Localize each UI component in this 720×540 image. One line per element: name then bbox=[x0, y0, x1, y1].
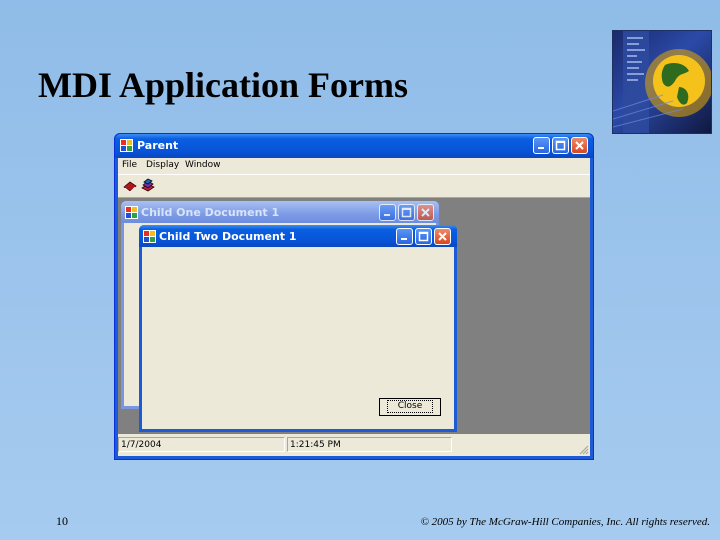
child-one-title: Child One Document 1 bbox=[141, 206, 280, 219]
mdi-client-area: Child One Document 1 Child Two Document … bbox=[118, 198, 590, 434]
stacked-books-icon[interactable] bbox=[140, 178, 156, 194]
maximize-button[interactable] bbox=[552, 137, 569, 154]
globe-logo-image bbox=[612, 30, 712, 134]
close-icon bbox=[421, 208, 430, 217]
child-one-close-button[interactable] bbox=[417, 204, 434, 221]
minimize-button[interactable] bbox=[533, 137, 550, 154]
child-two-client-area: Close bbox=[142, 247, 454, 429]
toolbar bbox=[118, 174, 590, 198]
child-one-titlebar[interactable]: Child One Document 1 bbox=[121, 201, 439, 223]
maximize-icon bbox=[401, 207, 412, 218]
slide-number: 10 bbox=[56, 514, 68, 528]
close-button-label: Close bbox=[386, 400, 434, 413]
child-two-title: Child Two Document 1 bbox=[159, 230, 297, 243]
close-window-button[interactable] bbox=[571, 137, 588, 154]
close-icon bbox=[438, 232, 447, 241]
resize-grip-icon[interactable] bbox=[577, 443, 589, 455]
menu-display[interactable]: Display bbox=[146, 160, 179, 170]
parent-titlebar[interactable]: Parent bbox=[115, 134, 593, 158]
maximize-icon bbox=[418, 231, 429, 242]
menu-bar: File Display Window bbox=[118, 158, 590, 174]
child-two-titlebar[interactable]: Child Two Document 1 bbox=[139, 225, 457, 247]
minimize-icon bbox=[401, 238, 407, 240]
child-two-minimize-button[interactable] bbox=[396, 228, 413, 245]
parent-title: Parent bbox=[137, 139, 179, 152]
parent-client-area: File Display Window Child One Document 1… bbox=[118, 158, 590, 456]
slide-title: MDI Application Forms bbox=[38, 65, 409, 105]
red-book-icon[interactable] bbox=[122, 178, 138, 194]
child-two-maximize-button[interactable] bbox=[415, 228, 432, 245]
minimize-icon bbox=[538, 147, 544, 149]
child-one-maximize-button[interactable] bbox=[398, 204, 415, 221]
status-bar: 1/7/2004 1:21:45 PM bbox=[118, 434, 590, 456]
close-button[interactable]: Close bbox=[379, 398, 441, 416]
status-time: 1:21:45 PM bbox=[287, 437, 452, 452]
minimize-icon bbox=[384, 214, 390, 216]
child-window-icon bbox=[125, 206, 138, 219]
menu-file[interactable]: File bbox=[122, 160, 137, 170]
maximize-icon bbox=[555, 140, 566, 151]
status-date: 1/7/2004 bbox=[118, 437, 285, 452]
child-window-icon bbox=[143, 230, 156, 243]
menu-window[interactable]: Window bbox=[185, 160, 221, 170]
parent-window[interactable]: Parent File Display Window Child One Doc… bbox=[114, 133, 594, 460]
app-window-icon bbox=[120, 139, 133, 152]
child-one-minimize-button[interactable] bbox=[379, 204, 396, 221]
child-two-window[interactable]: Child Two Document 1 Close bbox=[139, 225, 457, 432]
child-two-close-window-button[interactable] bbox=[434, 228, 451, 245]
copyright-notice: © 2005 by The McGraw-Hill Companies, Inc… bbox=[420, 516, 710, 528]
close-icon bbox=[575, 141, 584, 150]
